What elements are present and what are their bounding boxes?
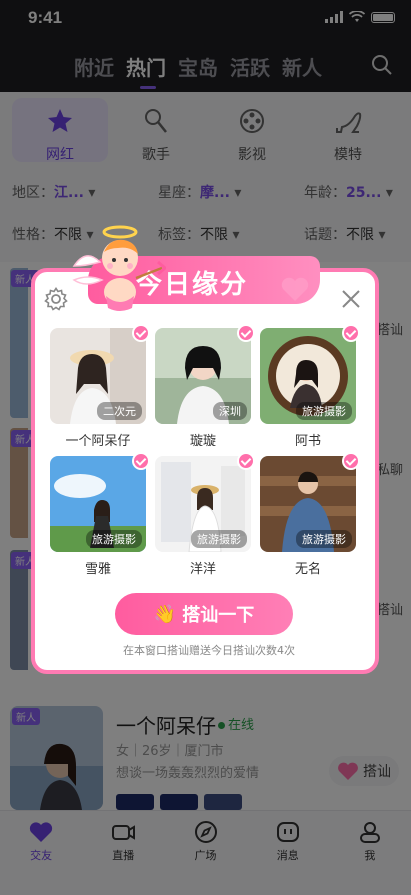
match-tag: 二次元 xyxy=(97,402,142,420)
match-card[interactable]: 旅游摄影 阿书 xyxy=(260,324,360,452)
match-tag: 旅游摄影 xyxy=(296,402,352,420)
gear-icon[interactable] xyxy=(44,287,68,311)
flirt-all-label: 搭讪一下 xyxy=(182,605,255,626)
match-tag: 深圳 xyxy=(213,402,247,420)
match-name: 阿书 xyxy=(294,434,321,449)
match-card[interactable]: 深圳 璇璇 xyxy=(155,324,255,452)
selected-check-icon[interactable] xyxy=(132,324,150,342)
heart-icon xyxy=(281,277,309,301)
match-tag: 旅游摄影 xyxy=(86,530,142,548)
match-name: 无名 xyxy=(294,562,321,577)
selected-check-icon[interactable] xyxy=(237,324,255,342)
match-card[interactable]: 二次元 一个阿呆仔 xyxy=(50,324,150,452)
match-card[interactable]: 旅游摄影 雪雅 xyxy=(50,452,150,580)
selected-check-icon[interactable] xyxy=(237,452,255,470)
cupid-icon xyxy=(72,225,166,311)
match-name: 雪雅 xyxy=(84,562,111,577)
waving-hand-icon: 👋 xyxy=(153,603,177,625)
match-card[interactable]: 旅游摄影 洋洋 xyxy=(155,452,255,580)
match-card[interactable]: 旅游摄影 无名 xyxy=(260,452,360,580)
match-tag: 旅游摄影 xyxy=(296,530,352,548)
selected-check-icon[interactable] xyxy=(132,452,150,470)
selected-check-icon[interactable] xyxy=(342,324,360,342)
match-name: 洋洋 xyxy=(189,562,216,577)
match-tag: 旅游摄影 xyxy=(191,530,247,548)
match-name: 一个阿呆仔 xyxy=(65,434,131,449)
flirt-all-button[interactable]: 👋 搭讪一下 xyxy=(115,593,293,635)
selected-check-icon[interactable] xyxy=(342,452,360,470)
match-name: 璇璇 xyxy=(189,434,216,449)
modal-hint: 在本窗口搭讪赠送今日搭讪次数4次 xyxy=(123,644,295,657)
close-icon[interactable] xyxy=(340,288,362,310)
